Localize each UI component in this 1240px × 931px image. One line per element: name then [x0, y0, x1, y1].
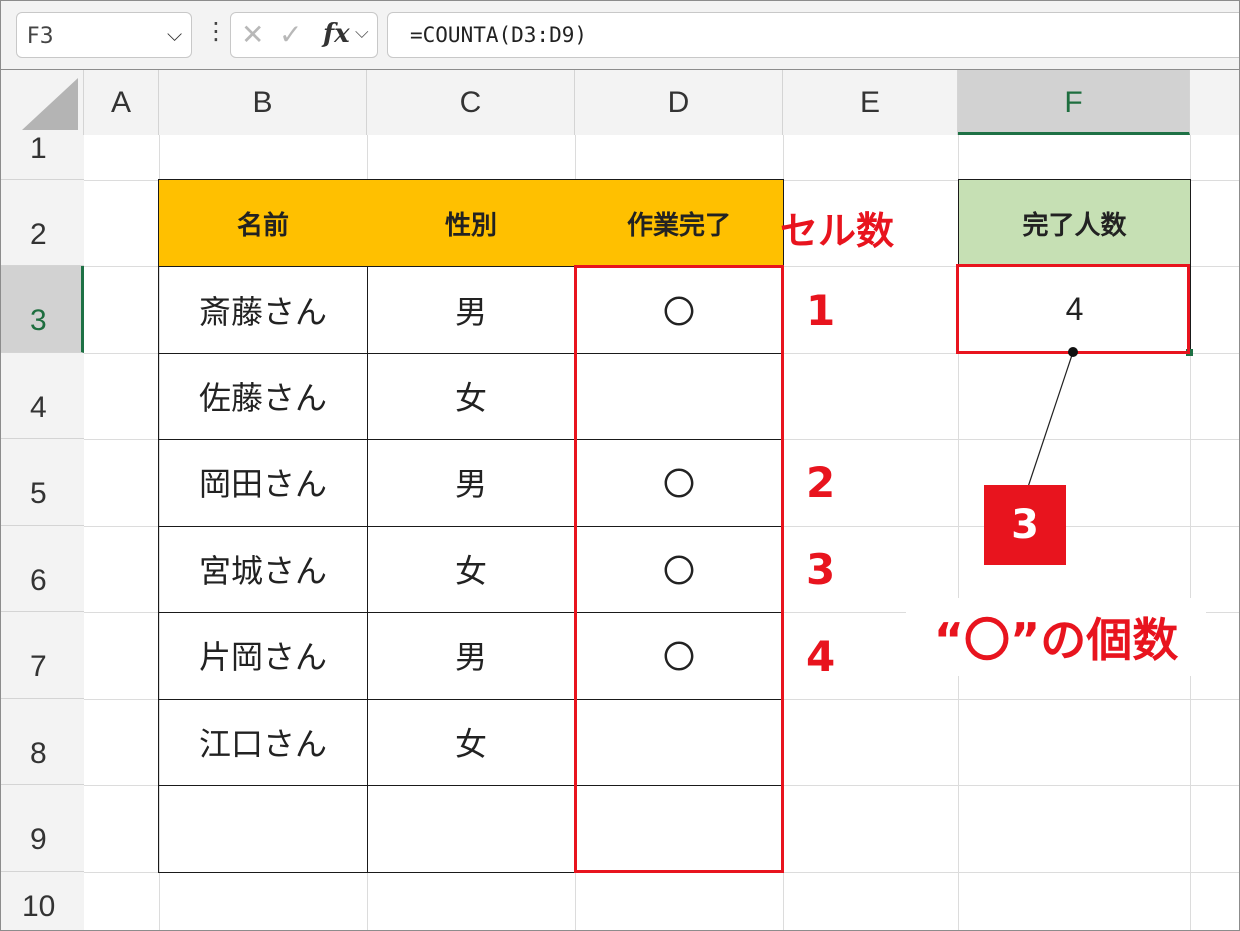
- column-header-f[interactable]: F: [958, 70, 1190, 135]
- count-1: 1: [806, 286, 836, 335]
- row-header-2[interactable]: 2: [0, 180, 84, 266]
- count-2: 2: [806, 458, 836, 507]
- row-header-6[interactable]: 6: [0, 526, 84, 612]
- column-header-g[interactable]: [1190, 70, 1240, 135]
- highlight-cell-f3: [956, 264, 1190, 354]
- badge-number: 3: [984, 485, 1066, 565]
- cancel-icon[interactable]: ✕: [241, 18, 264, 51]
- cell-b4[interactable]: 佐藤さん: [158, 352, 368, 440]
- enter-icon[interactable]: ✓: [279, 18, 302, 51]
- insert-function-icon[interactable]: fx: [323, 19, 350, 49]
- row-header-5[interactable]: 5: [0, 439, 84, 526]
- cell-c9[interactable]: [367, 784, 576, 873]
- formula-text: =COUNTA(D3:D9): [410, 23, 588, 47]
- count-3: 3: [806, 545, 836, 594]
- cell-f2[interactable]: 完了人数: [958, 179, 1191, 267]
- chevron-down-icon[interactable]: ⌵: [355, 22, 369, 43]
- column-header-b[interactable]: B: [159, 70, 367, 135]
- cell-c4[interactable]: 女: [367, 352, 576, 440]
- cell-c7[interactable]: 男: [367, 611, 576, 700]
- more-options-icon[interactable]: ⋮: [204, 19, 228, 43]
- name-box[interactable]: F3 ⌵: [16, 12, 192, 58]
- cell-c8[interactable]: 女: [367, 698, 576, 786]
- chevron-down-icon[interactable]: ⌵: [167, 22, 182, 46]
- cell-b9[interactable]: [158, 784, 368, 873]
- cell-b6[interactable]: 宮城さん: [158, 525, 368, 613]
- cell-b2[interactable]: 名前: [158, 179, 368, 267]
- cell-b8[interactable]: 江口さん: [158, 698, 368, 786]
- row-header-7[interactable]: 7: [0, 612, 84, 699]
- row-header-4[interactable]: 4: [0, 353, 84, 439]
- row-header-10[interactable]: 10: [0, 872, 84, 931]
- highlight-range-d3-d9: [574, 265, 784, 873]
- row-header-9[interactable]: 9: [0, 785, 84, 872]
- select-all-corner[interactable]: [0, 70, 84, 135]
- column-header-c[interactable]: C: [367, 70, 575, 135]
- select-all-icon: [22, 78, 78, 130]
- cell-c5[interactable]: 男: [367, 438, 576, 527]
- column-header-e[interactable]: E: [783, 70, 958, 135]
- column-header-a[interactable]: A: [84, 70, 159, 135]
- count-4: 4: [806, 632, 836, 681]
- formula-input[interactable]: =COUNTA(D3:D9): [387, 12, 1240, 58]
- cell-c2[interactable]: 性別: [367, 179, 576, 267]
- column-header-d[interactable]: D: [575, 70, 783, 135]
- annotation-caption: “〇”の個数: [906, 598, 1206, 676]
- cell-c3[interactable]: 男: [367, 266, 576, 354]
- row-header-3[interactable]: 3: [0, 266, 84, 353]
- cell-b5[interactable]: 岡田さん: [158, 438, 368, 527]
- formula-bar: F3 ⌵ ⋮ ✕ ✓ fx ⌵ =COUNTA(D3:D9): [0, 0, 1240, 70]
- row-header-1[interactable]: 1: [0, 134, 84, 180]
- cell-c6[interactable]: 女: [367, 525, 576, 613]
- cell-d2[interactable]: 作業完了: [575, 179, 784, 267]
- callout-line: [1026, 347, 1078, 491]
- name-box-value: F3: [27, 24, 54, 49]
- row-header-8[interactable]: 8: [0, 699, 84, 785]
- cell-b7[interactable]: 片岡さん: [158, 611, 368, 700]
- formula-buttons: ✕ ✓ fx ⌵: [230, 12, 378, 58]
- cell-b3[interactable]: 斎藤さん: [158, 266, 368, 354]
- cell-count-label: セル数: [780, 209, 895, 253]
